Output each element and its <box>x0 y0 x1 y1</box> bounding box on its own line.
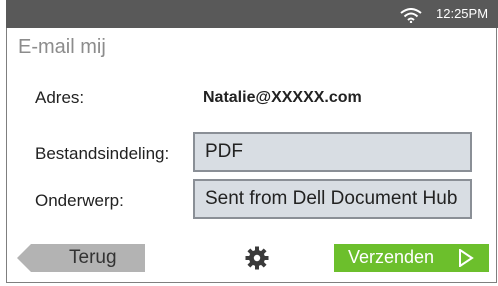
format-label: Bestandsindeling: <box>35 144 170 163</box>
wifi-icon <box>400 8 422 23</box>
status-bar: 12:25PM <box>6 0 498 28</box>
screen: 12:25PM E-mail mij Adres: Natalie@XXXXX.… <box>0 0 498 286</box>
send-button[interactable]: Verzenden <box>334 244 489 272</box>
play-arrow-icon <box>459 249 474 267</box>
back-button-label: Terug <box>69 247 117 268</box>
subject-label: Onderwerp: <box>35 191 124 210</box>
gear-icon[interactable] <box>245 246 269 270</box>
address-value: Natalie@XXXXX.com <box>203 89 362 106</box>
back-button[interactable]: Terug <box>17 244 145 272</box>
send-button-label: Verzenden <box>348 247 435 267</box>
subject-field[interactable]: Sent from Dell Document Hub <box>193 179 472 219</box>
status-time: 12:25PM <box>436 6 489 21</box>
format-field[interactable]: PDF <box>193 132 472 172</box>
email-panel: E-mail mij Adres: Natalie@XXXXX.com Best… <box>6 28 497 283</box>
address-label: Adres: <box>35 88 85 107</box>
page-title: E-mail mij <box>18 36 106 58</box>
